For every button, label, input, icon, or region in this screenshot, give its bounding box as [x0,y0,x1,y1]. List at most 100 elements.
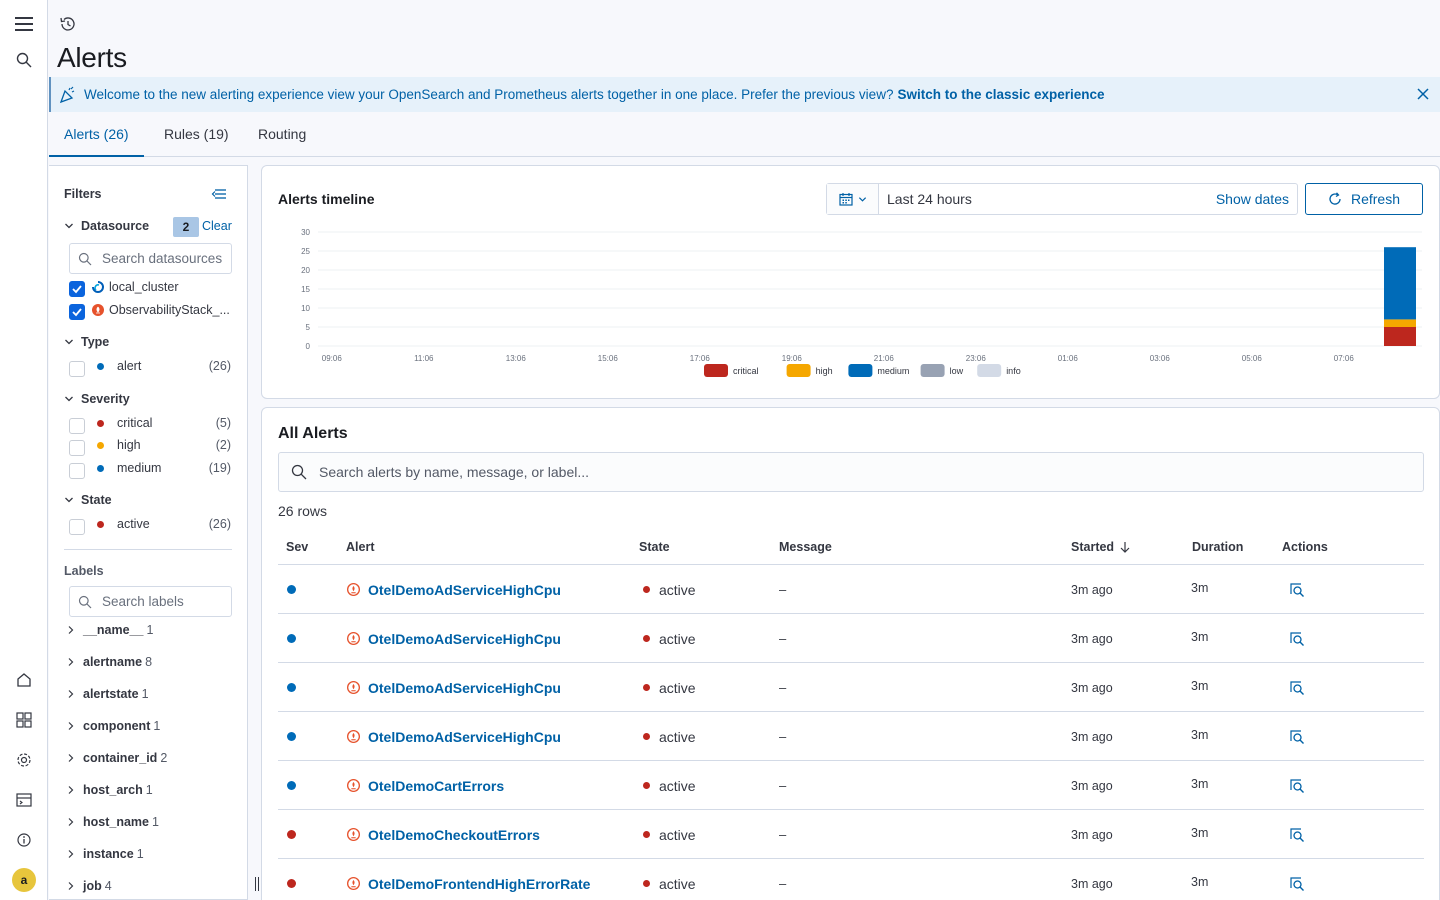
timeline-title: Alerts timeline [278,191,375,207]
info-icon[interactable] [14,830,34,850]
started-cell: 3m ago [1071,582,1113,597]
clear-datasource-link[interactable]: Clear [202,219,232,233]
severity-dot [287,830,296,839]
gear-icon[interactable] [14,750,34,770]
x-tick-label: 15:06 [598,354,619,363]
alerts-search-input[interactable]: Search alerts by name, message, or label… [278,452,1424,492]
label-item[interactable]: host_arch 1 [67,783,153,797]
table-row[interactable]: OtelDemoFrontendHighErrorRate active – 3m a… [278,859,1424,900]
alert-name-link[interactable]: OtelDemoAdServiceHighCpu [368,631,561,647]
panel-resize-handle[interactable] [254,877,260,891]
state-dot [643,782,650,789]
label-item[interactable]: alertstate 1 [67,687,149,701]
label-item[interactable]: container_id 2 [67,751,167,765]
label-item[interactable]: instance 1 [67,847,144,861]
table-row[interactable]: OtelDemoAdServiceHighCpu active – 3m ago 3m [278,565,1424,614]
datasource-section-toggle[interactable]: Datasource [64,219,149,233]
state-text: active [659,875,696,892]
state-checkbox-active[interactable] [69,519,85,535]
x-tick-label: 21:06 [874,354,895,363]
alert-name-link[interactable]: OtelDemoAdServiceHighCpu [368,582,561,598]
table-row[interactable]: OtelDemoCartErrors active – 3m ago 3m [278,761,1424,810]
state-text: active [659,679,696,696]
menu-icon[interactable] [14,14,34,34]
severity-section-toggle[interactable]: Severity [64,392,130,406]
user-avatar[interactable]: a [12,868,36,892]
console-icon[interactable] [14,790,34,810]
table-row[interactable]: OtelDemoCheckoutErrors active – 3m ago 3m [278,810,1424,859]
date-range-value[interactable]: Last 24 hours [879,184,1216,214]
label-item[interactable]: job 4 [67,879,112,893]
search-icon[interactable] [14,50,34,70]
inspect-icon[interactable] [1288,630,1306,648]
severity-item-label: medium [117,461,162,475]
tab-rules[interactable]: Rules (19) [149,113,244,157]
type-dot [97,363,104,370]
label-item[interactable]: __name__ 1 [67,623,153,637]
labels-search-input[interactable]: Search labels [69,586,232,617]
inspect-icon[interactable] [1288,679,1306,697]
column-header-started[interactable]: Started [1071,540,1130,554]
alert-name-link[interactable]: OtelDemoCartErrors [368,778,504,794]
alert-name-link[interactable]: OtelDemoFrontendHighErrorRate [368,876,590,892]
x-tick-label: 07:06 [1334,354,1355,363]
table-row[interactable]: OtelDemoAdServiceHighCpu active – 3m ago 3m [278,614,1424,663]
column-header-duration[interactable]: Duration [1192,540,1243,554]
type-section-toggle[interactable]: Type [64,335,109,349]
state-section-toggle[interactable]: State [64,493,112,507]
close-icon[interactable] [1416,87,1430,101]
chevron-right-icon [67,849,77,859]
quick-select-button[interactable] [827,184,879,214]
message-cell: – [779,876,787,891]
collapse-panel-icon[interactable] [211,186,227,202]
datasource-search-input[interactable]: Search datasources [69,243,232,274]
labels-search-placeholder: Search labels [102,594,184,609]
column-header-sev[interactable]: Sev [286,540,308,554]
chevron-down-icon [858,195,867,204]
label-item[interactable]: component 1 [67,719,160,733]
datasource-checkbox-local-cluster[interactable] [69,281,85,297]
severity-checkbox-critical[interactable] [69,418,85,434]
history-icon[interactable] [58,14,78,34]
alert-name-link[interactable]: OtelDemoCheckoutErrors [368,827,540,843]
tab-routing[interactable]: Routing [243,113,321,157]
y-tick-label: 15 [301,285,310,294]
home-icon[interactable] [14,670,34,690]
legend-swatch-high [786,364,811,377]
all-alerts-title: All Alerts [278,425,348,442]
legend-swatch-medium [848,364,873,377]
refresh-button[interactable]: Refresh [1305,183,1423,215]
prometheus-icon [347,779,360,792]
label-item[interactable]: alertname 8 [67,655,152,669]
table-row[interactable]: OtelDemoAdServiceHighCpu active – 3m ago 3m [278,712,1424,761]
show-dates-link[interactable]: Show dates [1216,184,1297,214]
column-header-alert[interactable]: Alert [346,540,374,554]
label-count: 1 [153,719,161,733]
table-row[interactable]: OtelDemoAdServiceHighCpu active – 3m ago 3m [278,663,1424,712]
state-item-label: active [117,517,150,531]
severity-checkbox-medium[interactable] [69,463,85,479]
type-checkbox-alert[interactable] [69,361,85,377]
alert-name-link[interactable]: OtelDemoAdServiceHighCpu [368,680,561,696]
dashboards-icon[interactable] [14,710,34,730]
label-name: __name__ [83,623,144,637]
switch-classic-link[interactable]: Switch to the classic experience [897,87,1104,102]
severity-cell [287,712,296,761]
chevron-right-icon [67,753,77,763]
datasource-checkbox-observability[interactable] [69,304,85,320]
column-header-state[interactable]: State [639,540,670,554]
alert-name-link[interactable]: OtelDemoAdServiceHighCpu [368,729,561,745]
legend-swatch-critical [704,364,728,377]
inspect-icon[interactable] [1288,875,1306,893]
tab-alerts[interactable]: Alerts (26) [49,113,144,157]
label-item[interactable]: host_name 1 [67,815,159,829]
inspect-icon[interactable] [1288,728,1306,746]
inspect-icon[interactable] [1288,777,1306,795]
alerts-timeline-panel: Alerts timeline Last 24 hours Show dates… [261,165,1440,399]
state-label: State [81,493,112,507]
inspect-icon[interactable] [1288,826,1306,844]
column-header-message[interactable]: Message [779,540,832,554]
severity-checkbox-high[interactable] [69,440,85,456]
inspect-icon[interactable] [1288,581,1306,599]
severity-cell [287,810,296,859]
